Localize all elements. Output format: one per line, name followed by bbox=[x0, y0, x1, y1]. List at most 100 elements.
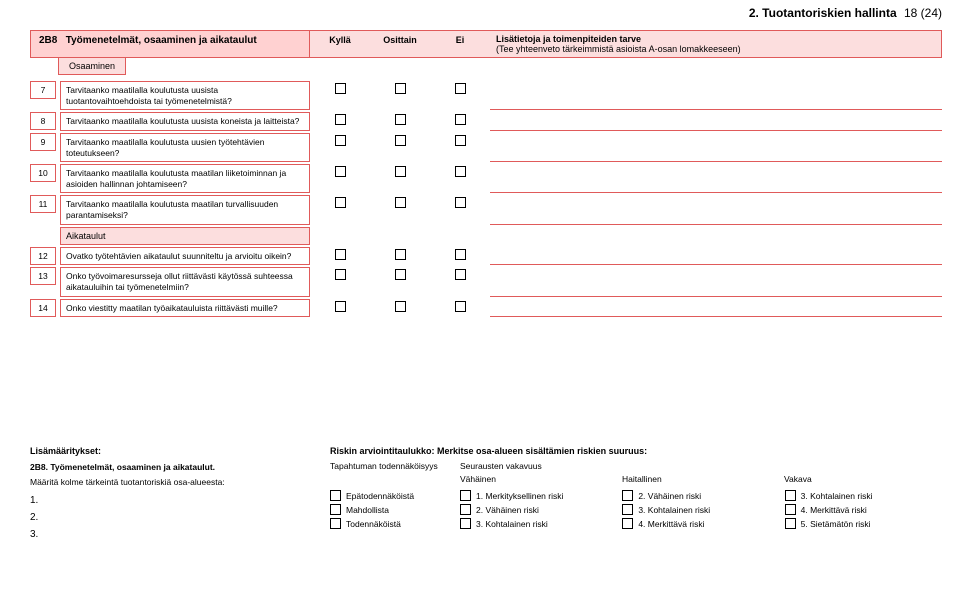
risk-label: 2. Vähäinen riski bbox=[638, 491, 701, 501]
risk-label: 4. Merkittävä riski bbox=[638, 519, 704, 529]
risk-label: 3. Kohtalainen riski bbox=[801, 491, 873, 501]
matrix-checkbox[interactable] bbox=[460, 518, 471, 529]
checkbox-partial[interactable] bbox=[395, 114, 406, 125]
checkbox-yes[interactable] bbox=[335, 166, 346, 177]
priority-line-1[interactable]: 1. bbox=[30, 495, 320, 506]
bottom-left: Lisämääritykset: 2B8. Työmenetelmät, osa… bbox=[30, 446, 320, 546]
question-number: 12 bbox=[30, 247, 56, 265]
question-checks bbox=[310, 247, 490, 260]
question-note[interactable] bbox=[490, 195, 942, 224]
checkbox-partial[interactable] bbox=[395, 135, 406, 146]
col-partial: Osittain bbox=[370, 31, 430, 57]
checkbox-no[interactable] bbox=[455, 301, 466, 312]
col-yes: Kyllä bbox=[310, 31, 370, 57]
question-row: 9 Tarvitaanko maatilalla koulutusta uusi… bbox=[30, 133, 942, 162]
question-number: 11 bbox=[30, 195, 56, 213]
checkbox-no[interactable] bbox=[455, 197, 466, 208]
block-code: 2B8 bbox=[39, 35, 57, 46]
checkbox-partial[interactable] bbox=[395, 301, 406, 312]
checkbox-no[interactable] bbox=[455, 135, 466, 146]
matrix-checkbox[interactable] bbox=[785, 504, 796, 515]
bottom-section: Lisämääritykset: 2B8. Työmenetelmät, osa… bbox=[30, 446, 942, 546]
question-checks bbox=[310, 299, 490, 312]
prob-label: Epätodennäköistä bbox=[346, 491, 414, 501]
prob-label: Todennäköistä bbox=[346, 519, 401, 529]
question-text: Ovatko työtehtävien aikataulut suunnitel… bbox=[60, 247, 310, 266]
question-row: 13 Onko työvoimaresursseja ollut riittäv… bbox=[30, 267, 942, 296]
question-number: 13 bbox=[30, 267, 56, 285]
matrix-checkbox[interactable] bbox=[622, 518, 633, 529]
checkbox-partial[interactable] bbox=[395, 269, 406, 280]
question-checks bbox=[310, 164, 490, 177]
block-title: 2B8 Työmenetelmät, osaaminen ja aikataul… bbox=[30, 30, 310, 58]
matrix-checkbox[interactable] bbox=[330, 504, 341, 515]
addl-subtitle: 2B8. Työmenetelmät, osaaminen ja aikatau… bbox=[30, 462, 320, 472]
risk-label: 5. Sietämätön riski bbox=[801, 519, 871, 529]
risk-label: 2. Vähäinen riski bbox=[476, 505, 539, 515]
checkbox-partial[interactable] bbox=[395, 249, 406, 260]
question-text: Tarvitaanko maatilalla koulutusta uusist… bbox=[60, 112, 310, 131]
question-checks bbox=[310, 133, 490, 146]
question-checks bbox=[310, 267, 490, 280]
matrix-checkbox[interactable] bbox=[622, 504, 633, 515]
question-row: 14 Onko viestitty maatilan työaikataului… bbox=[30, 299, 942, 318]
matrix-checkbox[interactable] bbox=[460, 490, 471, 501]
col-no: Ei bbox=[430, 31, 490, 57]
prob-label: Mahdollista bbox=[346, 505, 389, 515]
matrix-row: Mahdollista 2. Vähäinen riski 3. Kohtala… bbox=[330, 504, 942, 515]
checkbox-yes[interactable] bbox=[335, 83, 346, 94]
matrix-row: Epätodennäköistä 1. Merkityksellinen ris… bbox=[330, 490, 942, 501]
risk-label: 1. Merkityksellinen riski bbox=[476, 491, 563, 501]
sev-heading: Seurausten vakavuus bbox=[460, 461, 942, 471]
page-indicator: 18 (24) bbox=[904, 6, 942, 20]
matrix-checkbox[interactable] bbox=[785, 490, 796, 501]
risk-label: 3. Kohtalainen riski bbox=[476, 519, 548, 529]
question-block: 2B8 Työmenetelmät, osaaminen ja aikataul… bbox=[30, 30, 942, 319]
checkbox-partial[interactable] bbox=[395, 197, 406, 208]
checkbox-no[interactable] bbox=[455, 114, 466, 125]
checkbox-yes[interactable] bbox=[335, 135, 346, 146]
matrix-checkbox[interactable] bbox=[785, 518, 796, 529]
prob-heading: Tapahtuman todennäköisyys bbox=[330, 461, 460, 471]
matrix-checkbox[interactable] bbox=[330, 490, 341, 501]
question-note[interactable] bbox=[490, 267, 942, 296]
checkbox-no[interactable] bbox=[455, 249, 466, 260]
checkbox-no[interactable] bbox=[455, 166, 466, 177]
checkbox-yes[interactable] bbox=[335, 301, 346, 312]
checkbox-yes[interactable] bbox=[335, 249, 346, 260]
info-line2: (Tee yhteenveto tärkeimmistä asioista A-… bbox=[496, 44, 935, 54]
question-note[interactable] bbox=[490, 247, 942, 266]
checkbox-yes[interactable] bbox=[335, 269, 346, 280]
checkbox-partial[interactable] bbox=[395, 83, 406, 94]
sev-col-1: Vähäinen bbox=[460, 474, 618, 484]
addl-heading: Lisämääritykset: bbox=[30, 446, 320, 456]
question-row: 7 Tarvitaanko maatilalla koulutusta uusi… bbox=[30, 81, 942, 110]
block-title-text: Työmenetelmät, osaaminen ja aikataulut bbox=[66, 35, 257, 46]
checkbox-yes[interactable] bbox=[335, 197, 346, 208]
matrix-checkbox[interactable] bbox=[460, 504, 471, 515]
question-number: 8 bbox=[30, 112, 56, 130]
info-line1: Lisätietoja ja toimenpiteiden tarve bbox=[496, 34, 935, 44]
block-title-right: Kyllä Osittain Ei Lisätietoja ja toimenp… bbox=[310, 30, 942, 58]
matrix-title: Riskin arviointitaulukko: Merkitse osa-a… bbox=[330, 446, 942, 456]
addl-desc: Määritä kolme tärkeintä tuotantoriskiä o… bbox=[30, 477, 320, 487]
question-number: 9 bbox=[30, 133, 56, 151]
checkbox-partial[interactable] bbox=[395, 166, 406, 177]
question-note[interactable] bbox=[490, 164, 942, 193]
question-table-a: 7 Tarvitaanko maatilalla koulutusta uusi… bbox=[30, 81, 942, 317]
checkbox-yes[interactable] bbox=[335, 114, 346, 125]
question-note[interactable] bbox=[490, 299, 942, 318]
question-note[interactable] bbox=[490, 133, 942, 162]
question-note[interactable] bbox=[490, 112, 942, 131]
matrix-checkbox[interactable] bbox=[622, 490, 633, 501]
priority-line-3[interactable]: 3. bbox=[30, 529, 320, 540]
checkbox-no[interactable] bbox=[455, 83, 466, 94]
matrix-checkbox[interactable] bbox=[330, 518, 341, 529]
checkbox-no[interactable] bbox=[455, 269, 466, 280]
question-note[interactable] bbox=[490, 81, 942, 110]
matrix-row: Todennäköistä 3. Kohtalainen riski 4. Me… bbox=[330, 518, 942, 529]
sev-col-2: Haitallinen bbox=[622, 474, 780, 484]
priority-line-2[interactable]: 2. bbox=[30, 512, 320, 523]
subsection-aikataulut: Aikataulut bbox=[60, 227, 310, 245]
subsection-osaaminen: Osaaminen bbox=[58, 58, 126, 75]
